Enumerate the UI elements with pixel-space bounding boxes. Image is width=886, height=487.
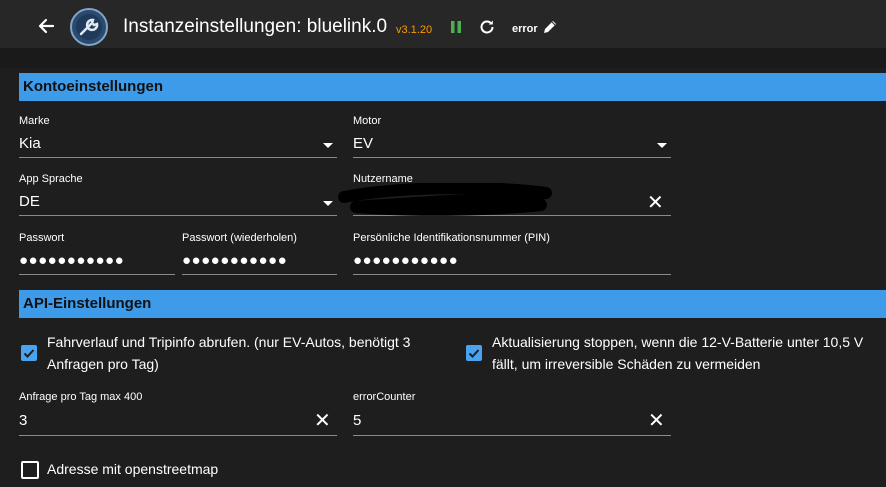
error-counter-value: 5	[353, 412, 362, 429]
battery-stop-label-line2: fällt, um irreversible Schäden zu vermei…	[492, 356, 761, 372]
language-select[interactable]: DE	[19, 190, 337, 216]
error-counter-underline	[353, 435, 671, 436]
checkmark-icon	[23, 349, 35, 358]
language-underline	[19, 215, 337, 216]
error-counter-label: errorCounter	[353, 391, 416, 403]
status-text: error	[512, 23, 538, 35]
pin-input[interactable]: ●●●●●●●●●●●	[353, 249, 671, 275]
battery-stop-checkbox[interactable]	[466, 345, 482, 361]
clear-icon[interactable]: ✕	[647, 193, 664, 213]
section-header-account: Kontoeinstellungen	[19, 73, 886, 101]
requests-underline	[19, 435, 337, 436]
edit-pencil-icon[interactable]	[542, 19, 558, 35]
clear-icon[interactable]: ✕	[648, 411, 665, 431]
pin-underline	[353, 274, 671, 275]
openstreetmap-label: Adresse mit openstreetmap	[47, 461, 219, 477]
chevron-down-icon	[323, 201, 333, 206]
language-value: DE	[19, 193, 40, 210]
adapter-logo-icon	[69, 7, 109, 47]
brand-label: Marke	[19, 115, 50, 127]
password-value: ●●●●●●●●●●●	[19, 252, 125, 269]
password-repeat-label: Passwort (wiederholen)	[182, 232, 297, 244]
version-badge: v3.1.20	[396, 24, 433, 36]
battery-stop-label: Aktualisierung stoppen, wenn die 12-V-Ba…	[492, 331, 886, 375]
motor-select[interactable]: EV	[353, 132, 671, 158]
error-counter-input[interactable]: 5 ✕	[353, 408, 671, 436]
brand-select[interactable]: Kia	[19, 132, 337, 158]
pin-label: Persönliche Identifikationsnummer (PIN)	[353, 232, 550, 244]
chevron-down-icon	[657, 143, 667, 148]
brand-value: Kia	[19, 135, 41, 152]
tripinfo-label-line2: Anfragen pro Tag)	[47, 356, 159, 372]
pin-value: ●●●●●●●●●●●	[353, 252, 459, 269]
language-label: App Sprache	[19, 173, 83, 185]
brand-underline	[19, 157, 337, 158]
requests-value: 3	[19, 412, 28, 429]
password-underline	[19, 274, 175, 275]
back-arrow-icon[interactable]	[36, 16, 56, 36]
password-repeat-input[interactable]: ●●●●●●●●●●●	[182, 249, 337, 275]
requests-label: Anfrage pro Tag max 400	[19, 391, 143, 403]
page-title: Instanzeinstellungen: bluelink.0	[123, 16, 388, 37]
checkmark-icon	[468, 349, 480, 358]
motor-value: EV	[353, 135, 374, 152]
section-header-api: API-Einstellungen	[19, 290, 886, 318]
battery-stop-label-line1: Aktualisierung stoppen, wenn die 12-V-Ba…	[492, 334, 864, 350]
tripinfo-checkbox[interactable]	[21, 345, 37, 361]
requests-input[interactable]: 3 ✕	[19, 408, 337, 436]
password-label: Passwort	[19, 232, 65, 244]
tripinfo-label: Fahrverlauf und Tripinfo abrufen. (nur E…	[47, 331, 447, 375]
redaction-scribble	[336, 182, 556, 217]
motor-label: Motor	[353, 115, 382, 127]
reload-icon[interactable]	[478, 18, 496, 36]
openstreetmap-checkbox[interactable]	[21, 461, 39, 479]
password-input[interactable]: ●●●●●●●●●●●	[19, 249, 175, 275]
password-repeat-value: ●●●●●●●●●●●	[182, 252, 288, 269]
tripinfo-label-line1: Fahrverlauf und Tripinfo abrufen. (nur E…	[47, 334, 411, 350]
clear-icon[interactable]: ✕	[314, 411, 331, 431]
password-repeat-underline	[182, 274, 337, 275]
motor-underline	[353, 157, 671, 158]
chevron-down-icon	[323, 143, 333, 148]
pause-icon[interactable]	[449, 20, 463, 34]
